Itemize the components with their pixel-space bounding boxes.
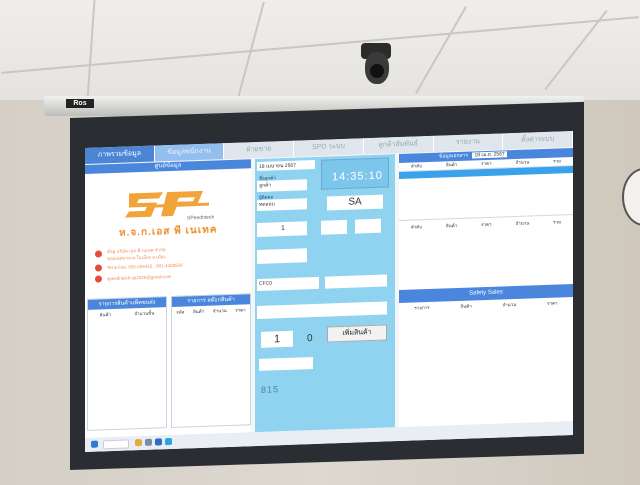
tab-sales[interactable]: ฝ่ายขาย (224, 140, 295, 160)
quantity-zero: 0 (307, 333, 313, 345)
column-header: จำนวน (515, 220, 530, 226)
column-header: ลำดับ (410, 224, 422, 230)
column-header: สินค้า (192, 308, 205, 315)
description-field[interactable] (257, 301, 387, 319)
browser-icon[interactable] (155, 438, 162, 446)
extra-field-2[interactable] (355, 218, 381, 234)
app-icon[interactable] (145, 438, 152, 446)
column-header: ราคา (481, 221, 492, 228)
code-select[interactable]: CFC0 (257, 276, 319, 291)
stock-list-columns: รหัส สินค้า จำนวน ราคา (172, 304, 250, 316)
code-field-2[interactable] (325, 274, 387, 289)
column-header: สินค้า (460, 303, 472, 309)
document-header-label: ข้อมูลเอกสาร (439, 152, 469, 160)
company-name: ห.จ.ก.เอส พี เนเทค (119, 224, 218, 239)
email-icon (95, 275, 102, 283)
quantity-field[interactable]: 1 (261, 330, 293, 348)
logo-subtitle: SPeedntech (187, 214, 214, 221)
column-header: จำนวน (502, 301, 517, 308)
contact-email: speedntech.sp2020@gmail.com (107, 273, 172, 282)
projected-app: ภาพรวมข้อมูล ข้อมูลพนักงาน ฝ่ายขาย SPD ร… (85, 130, 573, 452)
document-header-date: 18 เม.ย. 2567 (472, 151, 507, 159)
folder-icon[interactable] (135, 439, 142, 447)
stock-list-box: รายการ สต๊อกสินค้า รหัส สินค้า จำนวน ราค… (171, 293, 251, 428)
column-header: จำนวน (212, 308, 227, 314)
column-header: จำนวน (515, 159, 530, 165)
sa-badge: SA (327, 194, 383, 211)
quantity-select[interactable]: 1 (257, 221, 307, 237)
ceiling (0, 0, 640, 108)
company-logo: SPeedntech (125, 190, 214, 221)
contact-phone: Tel & Fax: 055-254415 , 081-4428500 (107, 262, 183, 271)
column-header: รวม (553, 158, 562, 164)
location-icon (95, 250, 102, 258)
add-item-button[interactable]: เพิ่มสินค้า (327, 324, 387, 343)
phone-icon (95, 264, 102, 272)
contact-address-2: ซอยเทศบาล ต.ในเมือง อ.เมือง (107, 254, 166, 262)
extra-field-1[interactable] (321, 219, 347, 235)
tab-employees[interactable]: ข้อมูลพนักงาน (154, 143, 225, 162)
column-header: ลำดับ (410, 163, 422, 169)
column-header: รหัส (176, 309, 185, 315)
column-header: รายการ (414, 304, 430, 311)
tab-spd[interactable]: SPD ระบบ (294, 138, 364, 157)
column-header: จำนวนชิ้น (134, 310, 155, 317)
column-header: สินค้า (99, 312, 112, 318)
contact-field[interactable]: ทดสอบ (257, 198, 307, 211)
date-field[interactable]: 18 เมษายน 2567 (257, 159, 315, 171)
search-box[interactable] (103, 439, 129, 450)
column-header: ราคา (481, 160, 492, 167)
start-icon[interactable] (91, 440, 98, 448)
column-header: ราคา (235, 307, 246, 313)
time-display: 14:35:10 (321, 157, 389, 190)
document-panel: ข้อมูลเอกสาร 18 เม.ย. 2567 ลำดับ สินค้า … (399, 147, 573, 442)
camera-lens (370, 64, 384, 78)
clock-time: 14:35:10 (332, 169, 383, 184)
summary-columns: ลำดับ สินค้า ราคา จำนวน รวม (399, 213, 573, 232)
tab-reports[interactable]: รายงาน (433, 133, 504, 152)
ceiling-grid-line (86, 0, 96, 100)
ceiling-grid-line (1, 16, 639, 74)
order-form-panel: 18 เมษายน 2567 14:35:10 ชื่อลูกค้า ลูกค้… (255, 154, 395, 447)
column-header: สินค้า (445, 223, 458, 229)
packing-list-box: รายการสินค้าแพ็คขนส่ง สินค้า จำนวนชิ้น (87, 296, 167, 431)
ceiling-grid-line (415, 6, 467, 94)
info-panel: ศูนย์ข้อมูล SPeedntech ห.จ.ก.เอส พี เนเท… (85, 159, 251, 452)
column-header: สินค้า (445, 162, 458, 168)
column-header: รวม (553, 219, 562, 225)
edge-icon[interactable] (165, 437, 172, 446)
projector-brand: Ros (66, 99, 94, 108)
note-field[interactable] (257, 248, 307, 264)
customer-field[interactable]: ลูกค้า (257, 179, 307, 192)
total-number: 815 (261, 384, 280, 395)
tab-settings[interactable]: ตั้งค่าระบบ (503, 130, 573, 150)
discount-field[interactable] (259, 357, 313, 371)
column-header: ราคา (547, 300, 558, 306)
tab-customers[interactable]: ลูกค้าสัมพันธ์ (363, 135, 434, 155)
tab-overview[interactable]: ภาพรวมข้อมูล (85, 145, 155, 164)
